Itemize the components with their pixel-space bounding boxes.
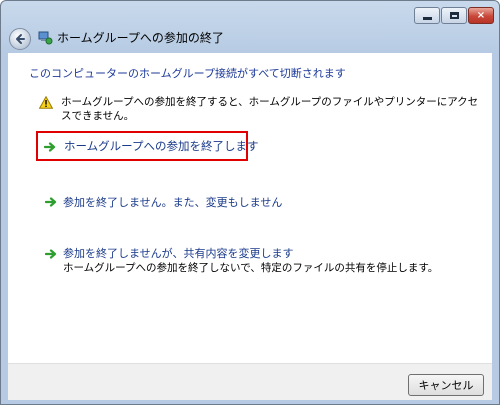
back-button[interactable] [9, 28, 31, 50]
leave-homegroup-label: ホームグループへの参加を終了します [64, 139, 259, 153]
back-arrow-icon [16, 34, 25, 44]
dont-leave-label: 参加を終了しません。また、変更もしません [63, 196, 283, 209]
close-icon: × [476, 10, 486, 21]
dialog-footer: キャンセル [8, 363, 492, 400]
close-button[interactable]: × [468, 7, 494, 24]
warning-message: ホームグループへの参加を終了すると、ホームグループのファイルやプリンターにアクセ… [61, 96, 479, 122]
change-sharing-option[interactable]: 参加を終了しませんが、共有内容を変更します ホームグループへの参加を終了しないで… [45, 246, 438, 276]
maximize-icon [449, 12, 459, 19]
warning-icon [39, 96, 53, 109]
minimize-icon [422, 17, 432, 20]
change-sharing-label: 参加を終了しませんが、共有内容を変更します [63, 247, 294, 260]
maximize-button[interactable] [441, 7, 467, 24]
leave-homegroup-option[interactable]: ホームグループへの参加を終了します [36, 131, 258, 161]
minimize-button[interactable] [414, 7, 440, 24]
cancel-button[interactable]: キャンセル [408, 374, 484, 396]
green-arrow-icon [44, 142, 56, 152]
green-arrow-icon [45, 249, 57, 259]
title-bar: × ホームグループへの参加の終了 [1, 1, 499, 53]
window-title: ホームグループへの参加の終了 [57, 31, 224, 45]
dialog-window: × ホームグループへの参加の終了 このコンピューターのホームグループ接続がすべて… [0, 0, 500, 405]
homegroup-icon [38, 31, 53, 45]
dont-leave-option[interactable]: 参加を終了しません。また、変更もしません [45, 194, 282, 210]
page-heading: このコンピューターのホームグループ接続がすべて切断されます [29, 67, 346, 80]
green-arrow-icon [45, 197, 57, 207]
change-sharing-description: ホームグループへの参加を終了しないで、特定のファイルの共有を停止します。 [63, 262, 439, 274]
